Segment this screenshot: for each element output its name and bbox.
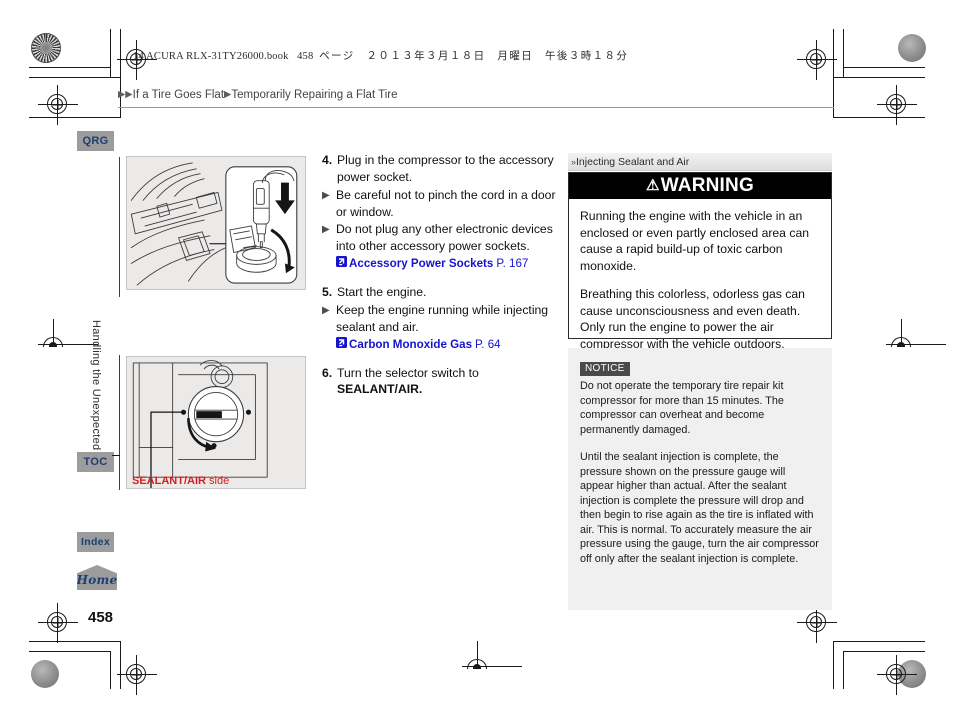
book-file-name: 14 ACURA RLX-31TY26000.book <box>133 51 289 62</box>
caption-bold-text: SEALANT/AIR <box>132 475 206 487</box>
book-page-number: 458 <box>297 51 314 62</box>
sidebar-tab-qrg[interactable]: QRG <box>77 131 114 151</box>
jump-link-icon <box>336 255 349 272</box>
breadcrumb-level-1[interactable]: If a Tire Goes Flat <box>133 89 224 101</box>
accessory-power-socket-illustration <box>126 156 306 290</box>
step-5-number: 5. <box>322 284 333 299</box>
step-4-bullet-2: ▶ Do not plug any other electronic devic… <box>322 221 558 254</box>
breadcrumb-arrow-icon: ▶▶ <box>118 89 133 100</box>
figure-caption-sealant-air: SEALANT/AIR side <box>132 475 229 487</box>
double-chevron-icon: » <box>571 156 576 167</box>
registration-mark-bottom-edge <box>462 641 522 671</box>
step-5-bullet-1: ▶ Keep the engine running while injectin… <box>322 302 558 335</box>
page-number: 458 <box>88 609 114 626</box>
warning-paragraph-1: Running the engine with the vehicle in a… <box>580 209 809 273</box>
sidebar-tab-index[interactable]: Index <box>77 532 114 552</box>
sidebar-tab-index-label: Index <box>81 536 110 548</box>
registration-mark-left-edge <box>38 319 98 349</box>
breadcrumb-separator-icon: ▶ <box>224 89 232 100</box>
step-4-xref-page: P. 167 <box>496 257 529 270</box>
sidebar-tab-home-label: Home <box>76 573 118 587</box>
breadcrumb-level-2[interactable]: Temporarily Repairing a Flat Tire <box>231 89 397 101</box>
warning-paragraph-2: Breathing this colorless, odorless gas c… <box>580 287 805 351</box>
bullet-triangle-icon: ▶ <box>322 190 330 201</box>
registration-mark <box>117 655 157 695</box>
jump-link-icon <box>336 336 349 353</box>
bullet-triangle-icon: ▶ <box>322 305 330 316</box>
step-5: 5. Start the engine. <box>322 284 558 301</box>
step-4-text: Plug in the compressor to the accessory … <box>337 153 554 184</box>
bullet-triangle-icon: ▶ <box>322 224 330 235</box>
sidebar-tick <box>112 455 120 456</box>
sidebar-tab-qrg-label: QRG <box>82 135 109 147</box>
registration-mark-right-edge <box>886 319 946 349</box>
book-source-line: 14 ACURA RLX-31TY26000.book 458 ページ ２０１３… <box>133 48 628 63</box>
caption-rest-text: side <box>205 475 230 487</box>
side-panel-header-label: Injecting Sealant and Air <box>576 155 690 168</box>
sidebar-rule-upper <box>119 157 120 297</box>
breadcrumb: ▶▶If a Tire Goes Flat▶Temporarily Repair… <box>118 89 834 108</box>
notice-paragraph-2: Until the sealant injection is complete,… <box>580 451 819 565</box>
instruction-steps: 4. Plug in the compressor to the accesso… <box>322 152 558 400</box>
density-dot-mark <box>898 34 926 62</box>
registration-mark <box>38 603 78 643</box>
step-6-text-bold: SEALANT/AIR. <box>337 382 423 396</box>
registration-mark <box>797 603 837 643</box>
registration-mark <box>38 85 78 125</box>
warning-triangle-icon: ⚠ <box>646 177 660 194</box>
step-6-text: Turn the selector switch to SEALANT/AIR. <box>337 365 558 398</box>
step-4-bullet-2-text: Do not plug any other electronic devices… <box>336 222 553 253</box>
step-4-xref-label[interactable]: Accessory Power Sockets <box>349 256 493 273</box>
side-panel-header: » Injecting Sealant and Air <box>568 153 832 171</box>
density-dot-mark <box>31 660 59 688</box>
notice-paragraph-1: Do not operate the temporary tire repair… <box>580 380 784 436</box>
step-6: 6. Turn the selector switch to SEALANT/A… <box>322 365 558 398</box>
selector-switch-illustration <box>126 356 306 489</box>
step-6-text-prefix: Turn the selector switch to <box>337 365 479 380</box>
step-5-xref-label[interactable]: Carbon Monoxide Gas <box>349 337 472 354</box>
warning-title: WARNING <box>660 175 754 196</box>
step-4-number: 4. <box>322 153 333 167</box>
sidebar-tab-home[interactable]: Home <box>77 565 117 590</box>
book-timestamp-jp: ページ ２０１３年３月１８日 月曜日 午後３時１８分 <box>319 51 629 62</box>
color-target-mark <box>31 33 61 63</box>
step-4-bullet-1-text: Be careful not to pinch the cord in a do… <box>336 188 556 219</box>
warning-box: ⚠ WARNING Running the engine with the ve… <box>568 172 832 351</box>
sidebar-tab-toc[interactable]: TOC <box>77 452 114 472</box>
step-5-bullet-1-text: Keep the engine running while injecting … <box>336 303 549 334</box>
registration-mark <box>877 85 917 125</box>
step-4-bullet-1: ▶ Be careful not to pinch the cord in a … <box>322 187 558 220</box>
step-4-cross-reference[interactable]: Accessory Power Sockets P. 167 <box>322 255 558 273</box>
manual-page: 14 ACURA RLX-31TY26000.book 458 ページ ２０１３… <box>0 0 954 718</box>
warning-body: Running the engine with the vehicle in a… <box>569 199 831 352</box>
step-6-number: 6. <box>322 365 333 380</box>
step-5-xref-page: P. 64 <box>475 338 501 351</box>
step-5-cross-reference[interactable]: Carbon Monoxide Gas P. 64 <box>322 336 558 354</box>
warning-title-bar: ⚠ WARNING <box>569 173 831 199</box>
notice-tag: NOTICE <box>580 362 630 376</box>
step-4: 4. Plug in the compressor to the accesso… <box>322 152 558 185</box>
chapter-title-vertical: Handling the Unexpected <box>90 320 102 451</box>
notice-box: NOTICE Do not operate the temporary tire… <box>568 348 832 610</box>
sidebar-rule-lower <box>119 355 120 490</box>
step-5-text: Start the engine. <box>337 284 427 299</box>
sidebar-tab-toc-label: TOC <box>83 456 108 468</box>
registration-mark <box>877 655 917 695</box>
registration-mark <box>797 40 837 80</box>
